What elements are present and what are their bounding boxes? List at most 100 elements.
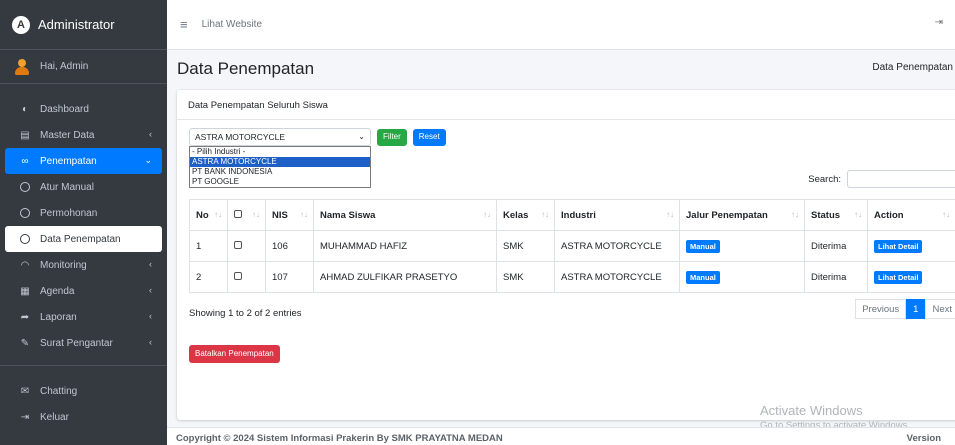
sidebar-item-penempatan[interactable]: ∞ Penempatan ⌄ bbox=[5, 148, 162, 174]
logout-icon: ⇥ bbox=[20, 411, 30, 423]
cell-no: 1 bbox=[189, 230, 228, 262]
link-icon: ∞ bbox=[21, 155, 29, 167]
sidebar-item-data-penempatan[interactable]: Data Penempatan bbox=[5, 226, 162, 252]
pagination: Previous 1 Next bbox=[855, 299, 955, 319]
watermark-title: Activate Windows bbox=[760, 403, 863, 418]
card-title: Data Penempatan Seluruh Siswa bbox=[177, 90, 955, 120]
cell-status: Diterima bbox=[804, 261, 868, 293]
industry-select-value: ASTRA MOTORCYCLE bbox=[195, 132, 286, 142]
industry-option[interactable]: - Pilih Industri - bbox=[190, 147, 370, 157]
chevron-down-icon: ⌄ bbox=[358, 132, 365, 141]
cell-action: Lihat Detail bbox=[867, 230, 955, 262]
view-website-link[interactable]: Lihat Website bbox=[202, 19, 262, 30]
sidebar-item-label: Data Penempatan bbox=[40, 233, 121, 245]
sidebar-item-label: Agenda bbox=[40, 285, 75, 297]
col-jalur[interactable]: Jalur Penempatan ↑↓ bbox=[679, 199, 805, 231]
col-kelas[interactable]: Kelas ↑↓ bbox=[496, 199, 555, 231]
cell-nama: AHMAD ZULFIKAR PRASETYO bbox=[313, 261, 497, 293]
previous-button[interactable]: Previous bbox=[855, 299, 907, 319]
cell-nis: 107 bbox=[265, 261, 314, 293]
fullscreen-exit-icon[interactable]: ⇥ bbox=[935, 17, 943, 28]
table-row: 2 107 AHMAD ZULFIKAR PRASETYO SMK ASTRA … bbox=[189, 261, 955, 293]
col-no[interactable]: No ↑↓ bbox=[189, 199, 228, 231]
cell-kelas: SMK bbox=[496, 230, 555, 262]
reset-button[interactable]: Reset bbox=[412, 128, 446, 146]
user-avatar-icon bbox=[14, 58, 30, 75]
col-industri[interactable]: Industri ↑↓ bbox=[554, 199, 680, 231]
view-detail-button[interactable]: Lihat Detail bbox=[874, 239, 923, 253]
industry-option[interactable]: PT GOOGLE bbox=[190, 177, 370, 187]
sidebar-item-chatting[interactable]: ✉ Chatting bbox=[5, 378, 162, 404]
col-action[interactable]: Action ↑↓ bbox=[867, 199, 955, 231]
industry-option[interactable]: PT BANK INDONESIA bbox=[190, 167, 370, 177]
sidebar: A Administrator Hai, Admin ◐ Dashboard ▤… bbox=[0, 0, 167, 445]
jalur-badge: Manual bbox=[686, 270, 720, 284]
filter-button[interactable]: Filter bbox=[377, 128, 407, 146]
cell-no: 2 bbox=[189, 261, 228, 293]
sidebar-item-label: Laporan bbox=[40, 311, 77, 323]
filter-row: ASTRA MOTORCYCLE ⌄ Filter Reset bbox=[189, 128, 446, 146]
cell-checkbox bbox=[227, 261, 266, 293]
user-panel[interactable]: Hai, Admin bbox=[0, 50, 167, 84]
sidebar-item-label: Monitoring bbox=[40, 259, 87, 271]
report-icon: ➦ bbox=[20, 311, 30, 323]
row-checkbox[interactable] bbox=[234, 240, 242, 249]
dashboard-icon: ◐ bbox=[21, 103, 29, 115]
sort-icon: ↑↓ bbox=[300, 210, 308, 219]
sidebar-item-label: Dashboard bbox=[40, 103, 89, 115]
industry-select[interactable]: ASTRA MOTORCYCLE ⌄ bbox=[189, 128, 371, 146]
sidebar-item-master-data[interactable]: ▤ Master Data ‹ bbox=[5, 122, 162, 148]
chevron-left-icon: ‹ bbox=[149, 311, 152, 321]
database-icon: ▤ bbox=[20, 129, 30, 141]
col-status[interactable]: Status ↑↓ bbox=[804, 199, 868, 231]
brand-title: Administrator bbox=[38, 17, 115, 32]
view-detail-button[interactable]: Lihat Detail bbox=[874, 270, 923, 284]
cell-jalur: Manual bbox=[679, 230, 805, 262]
select-all-checkbox[interactable] bbox=[234, 209, 242, 218]
sidebar-item-laporan[interactable]: ➦ Laporan ‹ bbox=[5, 304, 162, 330]
sidebar-item-surat-pengantar[interactable]: ✎ Surat Pengantar ‹ bbox=[5, 330, 162, 356]
sort-icon: ↑↓ bbox=[854, 210, 862, 219]
chevron-left-icon: ‹ bbox=[149, 337, 152, 347]
brand-logo: A bbox=[12, 15, 30, 34]
hamburger-icon[interactable]: ≡ bbox=[180, 17, 188, 32]
search-input[interactable] bbox=[847, 170, 955, 188]
circle-icon bbox=[20, 182, 30, 192]
table-row: 1 106 MUHAMMAD HAFIZ SMK ASTRA MOTORCYCL… bbox=[189, 230, 955, 262]
circle-icon bbox=[20, 208, 30, 218]
sort-icon: ↑↓ bbox=[942, 210, 950, 219]
sidebar-nav: ◐ Dashboard ▤ Master Data ‹ ∞ Penempatan… bbox=[0, 84, 167, 430]
breadcrumb: Data Penempatan bbox=[872, 62, 953, 73]
cell-checkbox bbox=[227, 230, 266, 262]
user-name: Hai, Admin bbox=[40, 61, 89, 72]
cell-action: Lihat Detail bbox=[867, 261, 955, 293]
col-nama[interactable]: Nama Siswa ↑↓ bbox=[313, 199, 497, 231]
industry-option-selected[interactable]: ASTRA MOTORCYCLE bbox=[190, 157, 370, 167]
next-button[interactable]: Next bbox=[925, 299, 955, 319]
row-checkbox[interactable] bbox=[234, 271, 242, 280]
sidebar-item-permohonan[interactable]: Permohonan bbox=[5, 200, 162, 226]
sidebar-item-keluar[interactable]: ⇥ Keluar bbox=[5, 404, 162, 430]
page-1-button[interactable]: 1 bbox=[906, 299, 926, 319]
sidebar-item-monitoring[interactable]: ◠ Monitoring ‹ bbox=[5, 252, 162, 278]
chevron-left-icon: ‹ bbox=[149, 129, 152, 139]
brand[interactable]: A Administrator bbox=[0, 0, 167, 50]
jalur-badge: Manual bbox=[686, 239, 720, 253]
footer: Copyright © 2024 Sistem Informasi Praker… bbox=[167, 427, 955, 445]
sidebar-item-label: Surat Pengantar bbox=[40, 337, 113, 349]
cell-industri: ASTRA MOTORCYCLE bbox=[554, 230, 680, 262]
sidebar-item-dashboard[interactable]: ◐ Dashboard bbox=[5, 96, 162, 122]
entries-info: Showing 1 to 2 of 2 entries bbox=[189, 308, 302, 319]
sort-icon: ↑↓ bbox=[541, 210, 549, 219]
col-checkbox[interactable]: ↑↓ bbox=[227, 199, 266, 231]
sidebar-divider bbox=[0, 356, 167, 366]
col-nis[interactable]: NIS ↑↓ bbox=[265, 199, 314, 231]
sidebar-item-agenda[interactable]: ▦ Agenda ‹ bbox=[5, 278, 162, 304]
sidebar-item-label: Permohonan bbox=[40, 207, 98, 219]
search-group: Search: bbox=[808, 170, 955, 188]
cancel-placement-button[interactable]: Batalkan Penempatan bbox=[189, 345, 280, 363]
cell-status: Diterima bbox=[804, 230, 868, 262]
circle-icon bbox=[20, 234, 30, 244]
sidebar-item-atur-manual[interactable]: Atur Manual bbox=[5, 174, 162, 200]
cell-industri: ASTRA MOTORCYCLE bbox=[554, 261, 680, 293]
